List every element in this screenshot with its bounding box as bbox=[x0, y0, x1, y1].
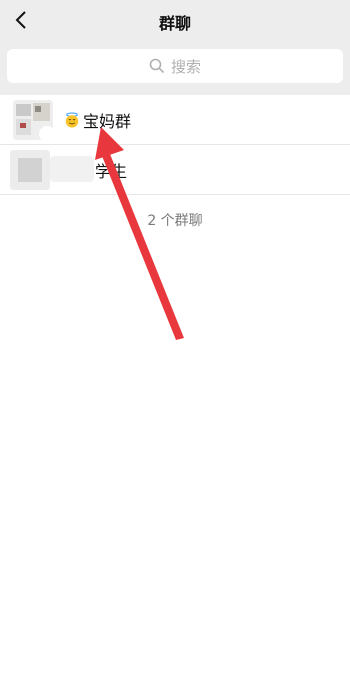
search-placeholder: 搜索 bbox=[170, 57, 201, 76]
top-bar: 群聊 搜索 bbox=[0, 0, 350, 95]
group-avatar-blurred bbox=[10, 150, 50, 190]
page-title: 群聊 bbox=[158, 14, 191, 33]
group-count-label: 2 个群聊 bbox=[147, 213, 203, 229]
search-input[interactable]: 搜索 bbox=[7, 49, 343, 83]
group-avatar bbox=[13, 100, 53, 140]
group-name: 宝妈群 bbox=[83, 111, 132, 131]
group-list: 宝妈群 学生 bbox=[0, 95, 350, 195]
search-icon bbox=[149, 58, 165, 74]
blurred-name-mask bbox=[50, 156, 94, 182]
smiling-halo-emoji-icon bbox=[65, 112, 79, 128]
group-name: 学生 bbox=[95, 161, 128, 181]
group-row-student[interactable]: 学生 bbox=[0, 145, 350, 195]
group-row-mom[interactable]: 宝妈群 bbox=[0, 95, 350, 145]
